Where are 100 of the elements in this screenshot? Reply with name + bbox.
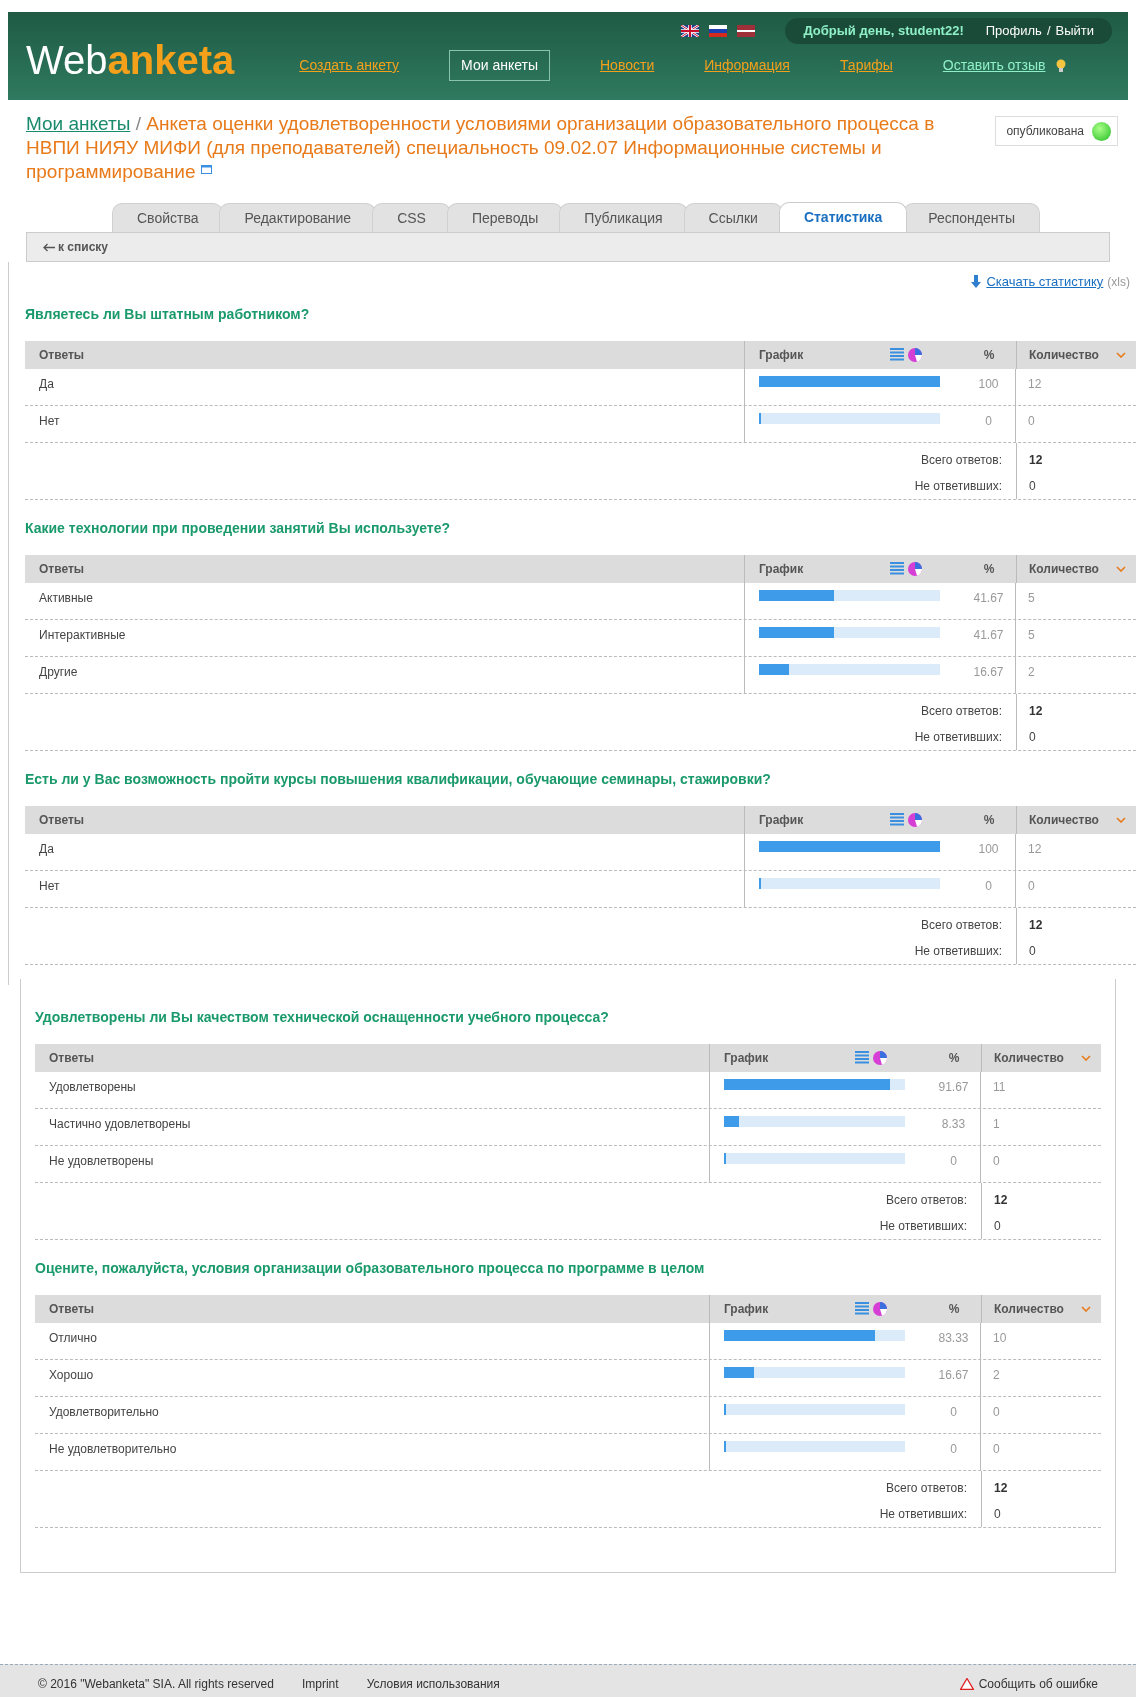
count-cell-text: 0 — [1027, 877, 1036, 895]
percent-cell: 41.67 — [962, 582, 1016, 619]
footer-link[interactable]: Условия использования — [366, 1675, 500, 1693]
column-header: Количество — [994, 1300, 1064, 1318]
flag-icon[interactable] — [709, 25, 728, 37]
answer-cell-text: Отлично — [48, 1329, 98, 1347]
answer-cell-text: Активные — [38, 589, 94, 607]
column-header: % — [982, 560, 996, 578]
total-value: 12 — [1029, 702, 1044, 720]
column-header: График — [724, 1300, 769, 1318]
unanswered-label: Не ответивших: — [914, 942, 1002, 960]
list-icon[interactable] — [890, 813, 904, 826]
count-cell-text: 0 — [1027, 412, 1036, 430]
profile-link[interactable]: Профиль — [985, 21, 1042, 41]
unanswered-label: Не ответивших: — [879, 1217, 967, 1235]
column-header: % — [947, 1049, 961, 1067]
external-window-icon[interactable] — [201, 165, 213, 174]
list-icon[interactable] — [855, 1051, 869, 1064]
unanswered-label: Не ответивших: — [914, 728, 1002, 746]
pie-chart-icon[interactable] — [908, 812, 922, 827]
total-label: Всего ответов: — [886, 1479, 967, 1497]
pie-chart-icon[interactable] — [908, 347, 922, 362]
percent-cell: 0 — [962, 405, 1016, 442]
unanswered-value: 0 — [1029, 477, 1037, 495]
nav-link[interactable]: Мои анкеты — [449, 50, 550, 81]
breadcrumb-link[interactable]: Мои анкеты — [26, 113, 131, 134]
count-cell-text: 12 — [1027, 375, 1043, 393]
status-badge: опубликована — [995, 116, 1118, 146]
column-header: Ответы — [48, 1049, 96, 1067]
chevron-down-icon[interactable] — [1116, 351, 1126, 358]
column-header: % — [982, 811, 996, 829]
percent-cell: 100 — [962, 833, 1016, 870]
logo[interactable]: Webanketa — [26, 40, 235, 80]
percent-cell: 8.33 — [927, 1108, 981, 1145]
flag-icon[interactable] — [737, 25, 756, 37]
pie-chart-icon[interactable] — [908, 561, 922, 576]
chevron-down-icon[interactable] — [1081, 1305, 1091, 1312]
count-cell-text: 5 — [1027, 626, 1036, 644]
column-header: Ответы — [48, 1300, 96, 1318]
column-header: Количество — [994, 1049, 1064, 1067]
tab[interactable]: Статистика — [778, 202, 908, 232]
back-arrow-icon — [43, 242, 55, 252]
total-value: 12 — [1029, 451, 1044, 469]
percent-cell: 41.67 — [962, 619, 1016, 656]
column-header: % — [947, 1300, 961, 1318]
answer-cell-text: Удовлетворительно — [48, 1403, 160, 1421]
answer-cell-text: Интерактивные — [38, 626, 127, 644]
count-cell-text: 2 — [1027, 663, 1036, 681]
percent-cell: 16.67 — [962, 656, 1016, 693]
chevron-down-icon[interactable] — [1116, 565, 1126, 572]
lightbulb-icon — [1056, 58, 1067, 73]
list-icon[interactable] — [890, 562, 904, 575]
answer-cell-text: Да — [38, 375, 55, 393]
download-icon[interactable] — [970, 274, 983, 289]
separator: / — [1046, 22, 1051, 41]
percent-cell: 16.67 — [927, 1359, 981, 1396]
unanswered-label: Не ответивших: — [914, 477, 1002, 495]
column-header: Количество — [1029, 560, 1099, 578]
logout-link[interactable]: Выйти — [1055, 21, 1094, 41]
column-header: Ответы — [38, 811, 86, 829]
count-cell-text: 1 — [992, 1115, 1001, 1133]
count-cell-text: 2 — [992, 1366, 1001, 1384]
report-error-link[interactable]: Сообщить об ошибке — [978, 1675, 1098, 1693]
pie-chart-icon[interactable] — [873, 1050, 887, 1065]
unanswered-value: 0 — [1029, 942, 1037, 960]
unanswered-label: Не ответивших: — [879, 1505, 967, 1523]
percent-cell: 91.67 — [927, 1071, 981, 1108]
tab[interactable]: Респонденты — [903, 203, 1040, 232]
answer-cell-text: Не удовлетворительно — [48, 1440, 178, 1458]
total-label: Всего ответов: — [921, 451, 1002, 469]
count-cell-text: 5 — [1027, 589, 1036, 607]
total-label: Всего ответов: — [886, 1191, 967, 1209]
answer-cell-text: Нет — [38, 877, 61, 895]
unanswered-value: 0 — [1029, 728, 1037, 746]
answer-cell-text: Другие — [38, 663, 79, 681]
answer-cell-text: Нет — [38, 412, 61, 430]
file-format: (xls) — [1107, 273, 1130, 291]
column-header: Ответы — [38, 560, 86, 578]
column-header: Количество — [1029, 811, 1099, 829]
chevron-down-icon[interactable] — [1116, 816, 1126, 823]
flag-icon[interactable] — [681, 25, 700, 37]
unanswered-value: 0 — [994, 1505, 1002, 1523]
pie-chart-icon[interactable] — [873, 1301, 887, 1316]
column-header: График — [759, 811, 804, 829]
question-title: Удовлетворены ли Вы качеством технической оснащенности учебного процесса? — [35, 1007, 610, 1027]
column-header: Количество — [1029, 346, 1099, 364]
list-icon[interactable] — [855, 1302, 869, 1315]
column-header: График — [759, 560, 804, 578]
question-title: Есть ли у Вас возможность пройти курсы повышения квалификации, обучающие семинары, стажировки? — [25, 769, 772, 789]
column-header: График — [759, 346, 804, 364]
chevron-down-icon[interactable] — [1081, 1054, 1091, 1061]
count-cell-text: 0 — [992, 1152, 1001, 1170]
list-icon[interactable] — [890, 348, 904, 361]
answer-cell-text: Частично удовлетворены — [48, 1115, 192, 1133]
nav-link[interactable]: Оставить отзыв — [942, 55, 1046, 76]
download-link[interactable]: Скачать статистику — [986, 272, 1104, 292]
footer-link[interactable]: Imprint — [301, 1675, 339, 1693]
percent-cell: 0 — [927, 1145, 981, 1182]
back-link[interactable]: к списку — [43, 238, 108, 256]
total-label: Всего ответов: — [921, 702, 1002, 720]
